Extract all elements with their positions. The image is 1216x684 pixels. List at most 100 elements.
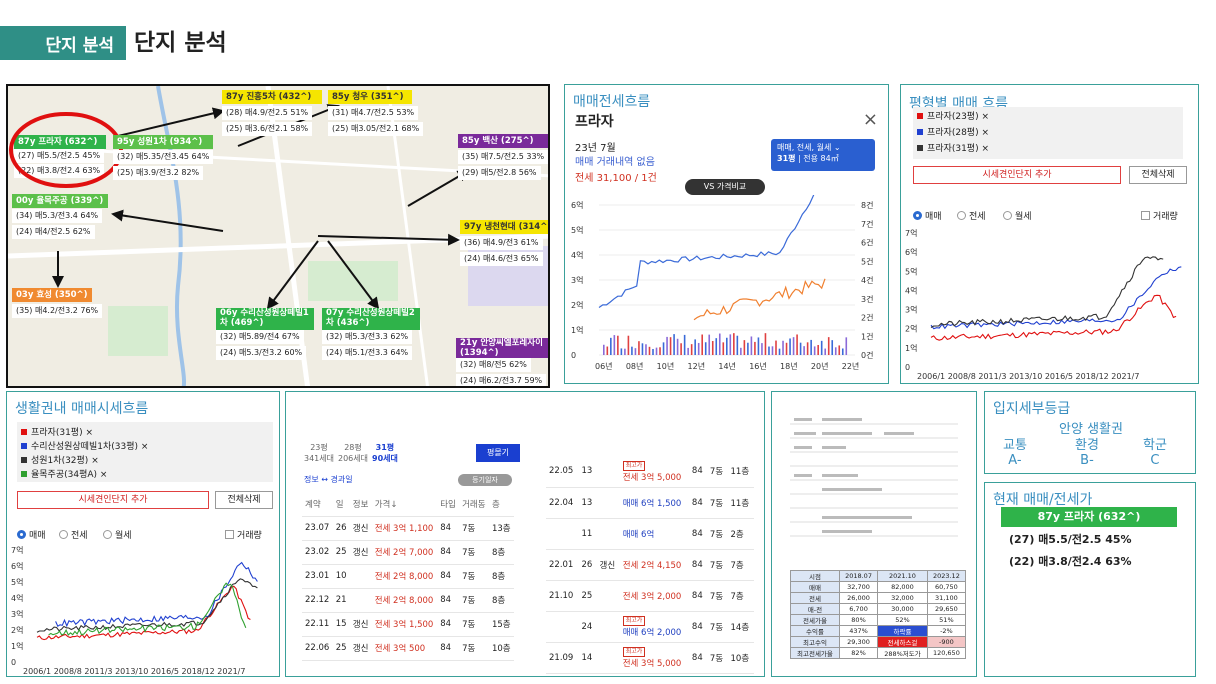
volume-bar	[638, 341, 640, 355]
radio-sale[interactable]: 매매	[17, 528, 46, 541]
map-label[interactable]: 07y 수리산성원상떼빌2차 (436^)	[322, 308, 420, 330]
expand-button[interactable]: 평몰기	[476, 444, 520, 462]
grade-school: 학군 C	[1143, 438, 1167, 468]
table-row[interactable]: 21.09 14 최고가 전세 3억 5,000 84 7동 10층	[546, 642, 754, 674]
summary-row: 매-전 6,700 30,000 29,650	[790, 603, 967, 615]
sale-line	[598, 195, 815, 308]
close-icon[interactable]: ×	[863, 109, 878, 130]
vs-compare-button[interactable]: VS 가격비교	[685, 179, 765, 195]
volume-bar	[620, 348, 623, 355]
volume-bar	[680, 343, 682, 355]
table-row[interactable]: 11 매매 6억 84 7동 2층	[546, 518, 754, 550]
series-line	[48, 582, 247, 636]
volume-bar	[743, 340, 746, 355]
map-label[interactable]: 00y 율목주공 (339^)	[12, 194, 108, 208]
volume-bar	[757, 337, 760, 355]
map-value: (25) 매3.9/전3.2 82%	[113, 166, 204, 180]
volume-bar	[655, 347, 658, 355]
volume-bar	[747, 342, 749, 355]
current-value: (27) 매5.5/전2.5 45%	[1009, 533, 1132, 546]
map-label[interactable]: 87y 진흥5차 (432^)	[222, 90, 322, 104]
add-complex-button[interactable]: 시세견인단지 추가	[17, 491, 209, 509]
volume-bar	[652, 348, 654, 355]
volume-bar	[733, 333, 735, 355]
volume-bar	[778, 348, 781, 355]
table-row[interactable]: 21.10 25 전세 3억 2,000 84 7동 7층	[546, 580, 754, 612]
clear-all-button[interactable]: 전체삭제	[1129, 166, 1187, 184]
table-row[interactable]: 22.04 13 매매 6억 1,500 84 7동 11층	[546, 487, 754, 519]
table-row[interactable]: 22.06 25 갱신 전세 3억 500 84 7동 10층	[302, 636, 514, 661]
map-value: (32) 매5.89/전4 67%	[216, 330, 304, 344]
size-tab-active[interactable]: 31평 90세대	[372, 442, 398, 464]
legend-item[interactable]: 율목주공(34평A) ×	[21, 467, 107, 480]
legend-item[interactable]: 프라자(23평) ×	[917, 109, 989, 122]
y-tick: 2억	[571, 300, 583, 310]
table-row[interactable]: 23.02 25 갱신 전세 2억 7,000 84 7동 8층	[302, 540, 514, 565]
legend-item[interactable]: 수리산성원상떼빌1차(33평) ×	[21, 439, 148, 452]
volume-bar	[806, 342, 809, 355]
legend-item[interactable]: 성원1차(32평) ×	[21, 453, 99, 466]
radio-jeonse[interactable]: 전세	[59, 528, 88, 541]
y-tick: 0	[11, 658, 16, 667]
map-value: (24) 매6.2/전3.7 59%	[456, 374, 547, 386]
map-label[interactable]: 21y 안양씨엘포레자이 (1394^)	[456, 338, 548, 358]
volume-bar	[690, 344, 693, 355]
complex-map[interactable]: 87y 프라자 (632^) (27) 매5.5/전2.5 45% (22) 매…	[6, 84, 550, 388]
volume-checkbox[interactable]: 거래량	[225, 528, 262, 541]
volume-bar	[701, 334, 703, 355]
map-value: (24) 매5.3/전3.2 60%	[216, 346, 307, 360]
table-row[interactable]: 22.11 15 갱신 전세 3억 1,500 84 7동 15층	[302, 612, 514, 637]
table-row[interactable]: 24 최고가 매매 6억 2,000 84 7동 14층	[546, 611, 754, 643]
volume-bar	[810, 339, 812, 355]
radio-sale[interactable]: 매매	[913, 209, 942, 222]
x-tick: 06년	[595, 361, 613, 371]
map-label[interactable]: 95y 성원1차 (934^)	[113, 135, 213, 149]
volume-bar	[662, 342, 665, 355]
y-tick: 0	[905, 363, 910, 372]
section-tag: 단지 분석	[0, 26, 126, 60]
radio-rent[interactable]: 월세	[1003, 209, 1032, 222]
panel-title: 입지세부등급	[993, 401, 1071, 417]
legend-item[interactable]: 프라자(31평) ×	[917, 141, 989, 154]
volume-bar	[736, 335, 739, 355]
volume-bar	[792, 337, 795, 355]
volume-bar	[624, 348, 626, 355]
volume-checkbox[interactable]: 거래량	[1141, 209, 1178, 222]
radio-rent[interactable]: 월세	[103, 528, 132, 541]
map-label[interactable]: 85y 백산 (275^)	[458, 134, 548, 148]
type-dropdown[interactable]: 매매, 전세, 월세 ⌄ 31평 | 전용 84㎡	[771, 139, 875, 171]
clear-all-button[interactable]: 전체삭제	[215, 491, 273, 509]
panel-title: 생활권내 매매시세흐름	[15, 401, 149, 417]
registration-date-toggle[interactable]: 등기일자	[458, 474, 512, 486]
date: 23년 7월	[575, 143, 616, 154]
table-row[interactable]: 22.05 13 최고가 전세 3억 5,000 84 7동 11층	[546, 456, 754, 488]
table-row[interactable]: 23.07 26 갱신 전세 3억 1,100 84 7동 13층	[302, 516, 514, 541]
y-tick: 6억	[11, 561, 23, 571]
current-complex-label[interactable]: 87y 프라자 (632^)	[1001, 507, 1177, 527]
size-tab[interactable]: 23평 341세대	[304, 442, 334, 464]
map-label[interactable]: 85y 청우 (351^)	[328, 90, 412, 104]
map-value: (24) 매4.6/전3 65%	[460, 252, 543, 266]
table-row[interactable]: 23.01 10 전세 2억 8,000 84 7동 8층	[302, 564, 514, 589]
volume-bar	[722, 342, 725, 355]
volume-bar	[838, 345, 841, 355]
y-tick: 4억	[11, 593, 23, 603]
radio-jeonse[interactable]: 전세	[957, 209, 986, 222]
table-row[interactable]: 22.01 26 갱신 전세 2억 4,150 84 7동 7층	[546, 549, 754, 581]
table-row[interactable]: 22.12 21 전세 2억 8,000 84 7동 8층	[302, 588, 514, 613]
map-label[interactable]: 06y 수리산성원상떼빌1차 (469^)	[216, 308, 314, 330]
legend-item[interactable]: 프라자(28평) ×	[917, 125, 989, 138]
volume-bar	[641, 343, 644, 355]
map-value: (31) 매4.7/전2.5 53%	[328, 106, 419, 120]
legend-item[interactable]: 프라자(31평) ×	[21, 425, 93, 438]
y2-tick: 8건	[861, 200, 873, 210]
add-complex-button[interactable]: 시세견인단지 추가	[913, 166, 1121, 184]
map-label[interactable]: 97y 냉천현대 (314^)	[460, 220, 548, 234]
size-tab[interactable]: 28평 206세대	[338, 442, 368, 464]
volume-bar	[613, 335, 616, 355]
y-tick: 7억	[11, 545, 23, 555]
info-toggle[interactable]: 정보 ↔ 경과일	[304, 474, 353, 485]
map-label[interactable]: 03y 효성 (350^)	[12, 288, 92, 302]
volume-bar	[634, 348, 637, 355]
volume-bar	[764, 333, 767, 355]
